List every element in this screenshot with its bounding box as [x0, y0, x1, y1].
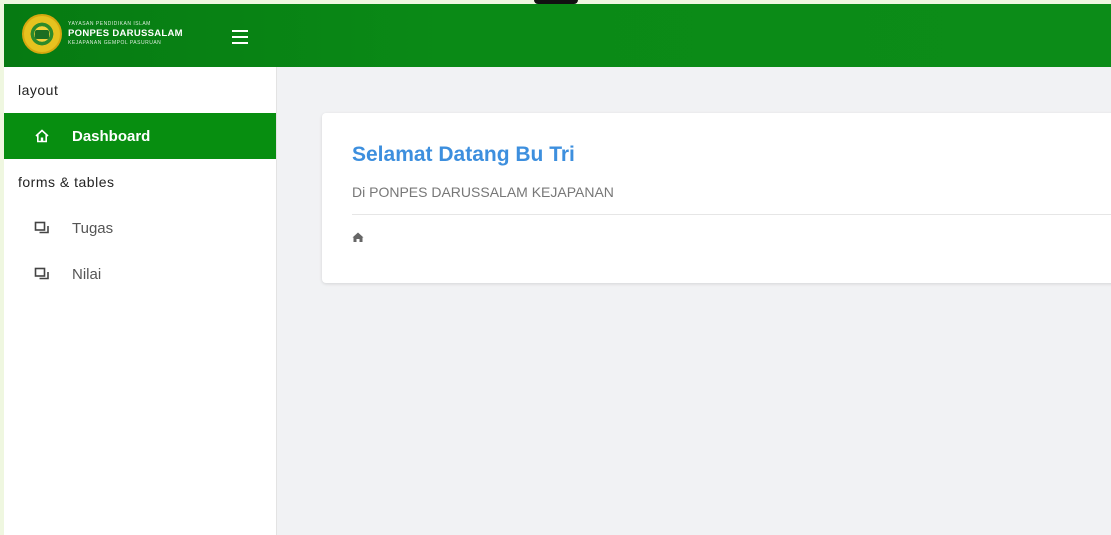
- breadcrumb-home-icon[interactable]: [352, 231, 364, 243]
- brand-name: PONPES DARUSSALAM: [68, 28, 183, 40]
- page-title: Selamat Datang Bu Tri: [352, 143, 575, 166]
- welcome-card: Selamat Datang Bu Tri Di PONPES DARUSSAL…: [322, 113, 1111, 283]
- brand-org-bottom: KEJAPANAN GEMPOL PASURUAN: [68, 39, 162, 46]
- sidebar-item-tugas[interactable]: Tugas: [4, 205, 276, 251]
- page-subtitle: Di PONPES DARUSSALAM KEJAPANAN: [352, 184, 614, 200]
- app-window: YAYASAN PENDIDIKAN ISLAM PONPES DARUSSAL…: [4, 4, 1111, 535]
- sidebar-section-layout: layout: [18, 82, 59, 98]
- brand-logo[interactable]: YAYASAN PENDIDIKAN ISLAM PONPES DARUSSAL…: [22, 12, 212, 56]
- copy-icon: [34, 220, 50, 236]
- sidebar-item-label: Dashboard: [72, 127, 151, 145]
- divider: [352, 214, 1111, 215]
- hamburger-menu-icon[interactable]: [232, 30, 248, 44]
- main-content: Selamat Datang Bu Tri Di PONPES DARUSSAL…: [278, 67, 1111, 535]
- sidebar-section-forms: forms & tables: [18, 174, 115, 190]
- copy-icon: [34, 266, 50, 282]
- sidebar: layout Dashboard forms & tables Tugas Ni…: [4, 67, 277, 535]
- brand-text: YAYASAN PENDIDIKAN ISLAM PONPES DARUSSAL…: [68, 22, 183, 46]
- sidebar-item-nilai[interactable]: Nilai: [4, 251, 276, 297]
- sidebar-item-dashboard[interactable]: Dashboard: [4, 113, 276, 159]
- top-notch: [534, 0, 578, 4]
- top-navbar: YAYASAN PENDIDIKAN ISLAM PONPES DARUSSAL…: [4, 4, 1111, 67]
- sidebar-item-label: Tugas: [72, 219, 114, 237]
- brand-org-top: YAYASAN PENDIDIKAN ISLAM: [68, 21, 151, 28]
- sidebar-item-label: Nilai: [72, 265, 102, 283]
- home-icon: [34, 128, 50, 144]
- school-seal-icon: [22, 14, 62, 54]
